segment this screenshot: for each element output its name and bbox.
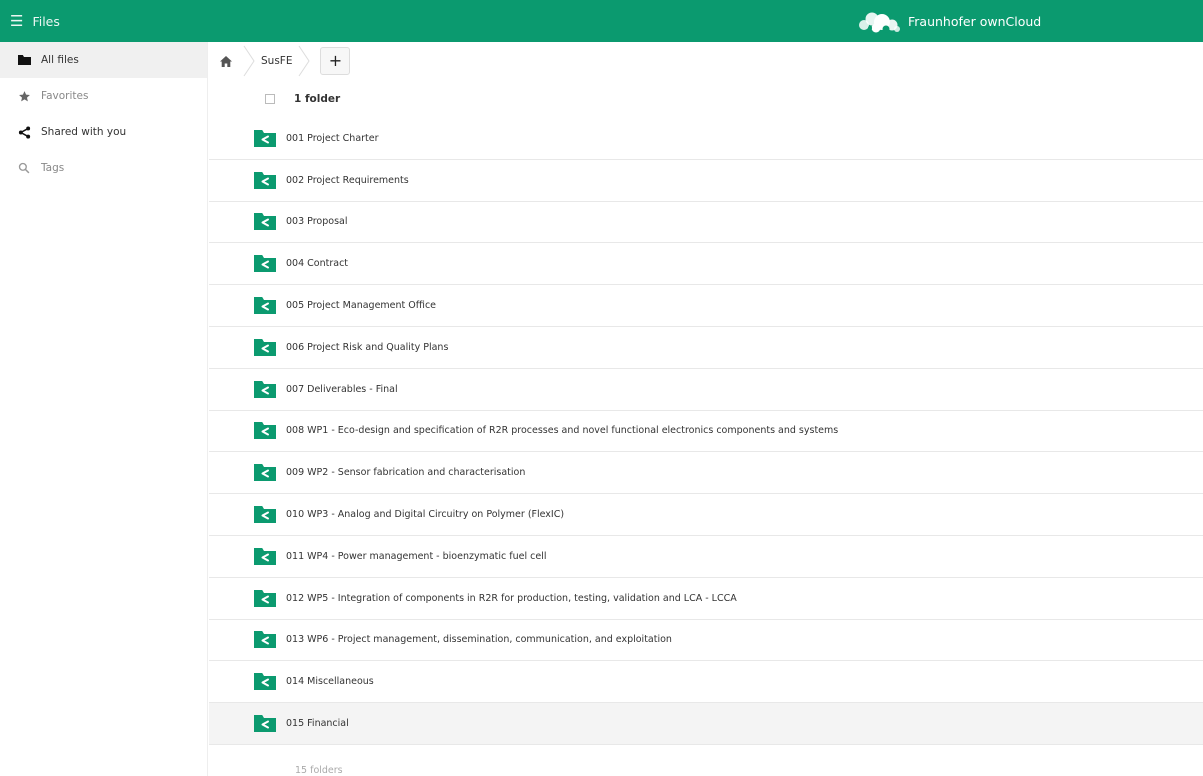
brand-name: Fraunhofer ownCloud bbox=[908, 13, 1042, 29]
shared-folder-icon bbox=[254, 380, 276, 398]
file-row[interactable]: 011 WP4 - Power management - bioenzymati… bbox=[209, 536, 1203, 578]
file-row[interactable]: 009 WP2 - Sensor fabrication and charact… bbox=[209, 452, 1203, 495]
file-list-header: 1 folder bbox=[209, 80, 1203, 118]
folder-icon bbox=[17, 55, 31, 65]
file-row[interactable]: 013 WP6 - Project management, disseminat… bbox=[209, 620, 1203, 662]
breadcrumb-bar: SusFE + bbox=[209, 42, 1203, 80]
star-icon bbox=[17, 90, 31, 103]
sidebar-item-label: Favorites bbox=[41, 90, 89, 102]
shared-folder-icon bbox=[254, 297, 276, 315]
shared-folder-icon bbox=[254, 422, 276, 440]
file-name[interactable]: 007 Deliverables - Final bbox=[286, 384, 398, 395]
file-row[interactable]: 001 Project Charter bbox=[209, 118, 1203, 160]
file-row[interactable]: 008 WP1 - Eco-design and specification o… bbox=[209, 411, 1203, 453]
shared-folder-icon bbox=[254, 338, 276, 356]
app-header: ☰ Files Fraunhofer ownCloud bbox=[0, 0, 1203, 42]
file-name[interactable]: 009 WP2 - Sensor fabrication and charact… bbox=[286, 467, 525, 478]
breadcrumb-current[interactable]: SusFE bbox=[255, 55, 298, 67]
hamburger-menu-icon: ☰ bbox=[10, 11, 24, 30]
search-icon bbox=[17, 162, 31, 174]
shared-folder-icon bbox=[254, 589, 276, 607]
shared-folder-icon bbox=[254, 129, 276, 147]
sidebar-item-shared-with-you[interactable]: Shared with you bbox=[0, 114, 207, 150]
shared-folder-icon bbox=[254, 631, 276, 649]
file-name[interactable]: 003 Proposal bbox=[286, 216, 347, 227]
file-row[interactable]: 014 Miscellaneous bbox=[209, 661, 1203, 704]
sidebar: All files Favorites Shared with you Tags bbox=[0, 42, 208, 776]
shared-folder-icon bbox=[254, 171, 276, 189]
file-name[interactable]: 004 Contract bbox=[286, 258, 348, 269]
file-list-summary: 15 folders bbox=[209, 758, 1203, 776]
file-row[interactable]: 015 Financial bbox=[209, 703, 1203, 745]
shared-folder-icon bbox=[254, 673, 276, 691]
file-name[interactable]: 008 WP1 - Eco-design and specification o… bbox=[286, 425, 838, 436]
file-name[interactable]: 013 WP6 - Project management, disseminat… bbox=[286, 634, 672, 645]
sidebar-item-all-files[interactable]: All files bbox=[0, 42, 207, 78]
file-name[interactable]: 002 Project Requirements bbox=[286, 175, 409, 186]
shared-folder-icon bbox=[254, 464, 276, 482]
file-row[interactable]: 002 Project Requirements bbox=[209, 160, 1203, 202]
selection-count: 1 folder bbox=[294, 93, 341, 105]
file-row[interactable]: 003 Proposal bbox=[209, 202, 1203, 244]
file-name[interactable]: 005 Project Management Office bbox=[286, 300, 436, 311]
sidebar-item-label: Tags bbox=[41, 162, 65, 174]
sidebar-item-label: All files bbox=[41, 54, 79, 66]
owncloud-logo-icon bbox=[859, 12, 900, 33]
file-row[interactable]: 010 WP3 - Analog and Digital Circuitry o… bbox=[209, 494, 1203, 536]
shared-folder-icon bbox=[254, 255, 276, 273]
file-name[interactable]: 001 Project Charter bbox=[286, 133, 379, 144]
file-list: 001 Project Charter 002 Project Requireme… bbox=[209, 118, 1203, 745]
file-name[interactable]: 011 WP4 - Power management - bioenzymati… bbox=[286, 551, 547, 562]
app-name: Files bbox=[32, 13, 60, 29]
sidebar-item-tags[interactable]: Tags bbox=[0, 150, 207, 186]
file-row[interactable]: 006 Project Risk and Quality Plans bbox=[209, 327, 1203, 369]
breadcrumb-home[interactable] bbox=[209, 42, 243, 80]
file-name[interactable]: 006 Project Risk and Quality Plans bbox=[286, 342, 448, 353]
shared-folder-icon bbox=[254, 213, 276, 231]
file-name[interactable]: 012 WP5 - Integration of components in R… bbox=[286, 593, 737, 604]
file-name[interactable]: 015 Financial bbox=[286, 718, 349, 729]
brand[interactable]: Fraunhofer ownCloud bbox=[856, 0, 1041, 42]
select-all-checkbox[interactable] bbox=[265, 94, 275, 104]
shared-folder-icon bbox=[254, 547, 276, 565]
shared-folder-icon bbox=[254, 506, 276, 524]
file-row[interactable]: 005 Project Management Office bbox=[209, 285, 1203, 327]
app-menu-button[interactable]: ☰ Files bbox=[10, 0, 60, 42]
share-icon bbox=[17, 125, 31, 139]
file-name[interactable]: 014 Miscellaneous bbox=[286, 676, 374, 687]
breadcrumb-separator bbox=[298, 42, 311, 80]
file-name[interactable]: 010 WP3 - Analog and Digital Circuitry o… bbox=[286, 509, 564, 520]
sidebar-item-favorites[interactable]: Favorites bbox=[0, 78, 207, 114]
file-row[interactable]: 004 Contract bbox=[209, 243, 1203, 286]
file-row[interactable]: 007 Deliverables - Final bbox=[209, 369, 1203, 411]
home-icon bbox=[220, 55, 232, 67]
new-item-button[interactable]: + bbox=[320, 47, 351, 75]
shared-folder-icon bbox=[254, 715, 276, 733]
breadcrumb-separator bbox=[243, 42, 255, 80]
sidebar-item-label: Shared with you bbox=[41, 126, 127, 138]
folder-count: 15 folders bbox=[295, 765, 343, 776]
file-row[interactable]: 012 WP5 - Integration of components in R… bbox=[209, 578, 1203, 620]
